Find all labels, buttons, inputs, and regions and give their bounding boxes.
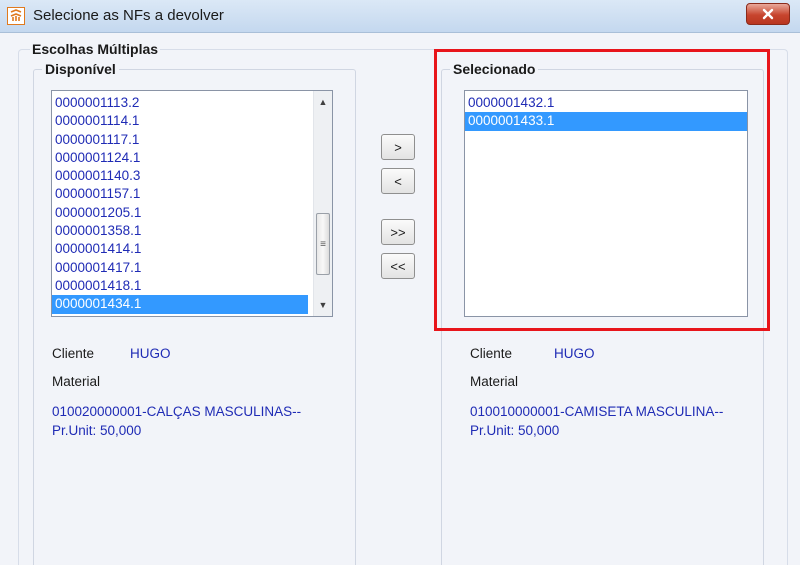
selected-material-label: Material [470, 374, 519, 389]
available-material-line1: 010020000001-CALÇAS MASCULINAS-- [52, 404, 302, 419]
available-cliente-value: HUGO [130, 346, 171, 361]
available-item-4[interactable]: 0000001124.1 [52, 149, 308, 167]
app-logo-icon [7, 7, 25, 25]
group-title: Escolhas Múltiplas [30, 41, 161, 57]
selected-material-line2: Pr.Unit: 50,000 [470, 423, 560, 438]
available-item-9[interactable]: 0000001414.1 [52, 240, 308, 258]
available-panel: Disponível 0000001113.2 0000001114.1 000… [33, 61, 356, 565]
available-item-2[interactable]: 0000001114.1 [52, 112, 308, 130]
available-items: 0000001113.2 0000001114.1 0000001117.1 0… [52, 94, 308, 314]
remove-button[interactable]: < [381, 168, 415, 194]
selected-cliente-label: Cliente [470, 346, 513, 361]
selected-cliente-value: HUGO [554, 346, 595, 361]
remove-all-button[interactable]: << [381, 253, 415, 279]
close-icon [762, 8, 774, 20]
title-bar: Selecione as NFs a devolver [0, 0, 800, 33]
available-item-8[interactable]: 0000001358.1 [52, 222, 308, 240]
available-title: Disponível [42, 61, 119, 77]
window-title: Selecione as NFs a devolver [33, 7, 224, 24]
available-item-6[interactable]: 0000001157.1 [52, 185, 308, 203]
available-item-11[interactable]: 0000001418.1 [52, 277, 308, 295]
selected-material-desc: 010010000001-CAMISETA MASCULINA-- Pr.Uni… [470, 402, 760, 440]
highlight-box [434, 49, 770, 331]
available-item-10[interactable]: 0000001417.1 [52, 259, 308, 277]
available-material-desc: 010020000001-CALÇAS MASCULINAS-- Pr.Unit… [52, 402, 342, 440]
available-listbox[interactable]: 0000001113.2 0000001114.1 0000001117.1 0… [51, 90, 333, 317]
available-material-label: Material [52, 374, 101, 389]
available-item-3[interactable]: 0000001117.1 [52, 131, 308, 149]
scroll-up-icon[interactable]: ▲ [314, 93, 332, 111]
available-item-7[interactable]: 0000001205.1 [52, 204, 308, 222]
available-material-line2: Pr.Unit: 50,000 [52, 423, 142, 438]
available-item-12[interactable]: 0000001434.1 [52, 295, 308, 314]
scroll-down-icon[interactable]: ▼ [314, 296, 332, 314]
add-all-button[interactable]: >> [381, 219, 415, 245]
selected-material-line1: 010010000001-CAMISETA MASCULINA-- [470, 404, 724, 419]
scroll-thumb[interactable]: ≡ [316, 213, 330, 275]
available-item-5[interactable]: 0000001140.3 [52, 167, 308, 185]
dialog-body: Escolhas Múltiplas Disponível 0000001113… [0, 33, 800, 565]
close-button[interactable] [746, 3, 790, 25]
available-cliente-label: Cliente [52, 346, 95, 361]
add-button[interactable]: > [381, 134, 415, 160]
available-scrollbar[interactable]: ▲ ≡ ▼ [313, 91, 332, 316]
grip-icon: ≡ [320, 238, 326, 250]
available-item-1[interactable]: 0000001113.2 [52, 94, 308, 112]
